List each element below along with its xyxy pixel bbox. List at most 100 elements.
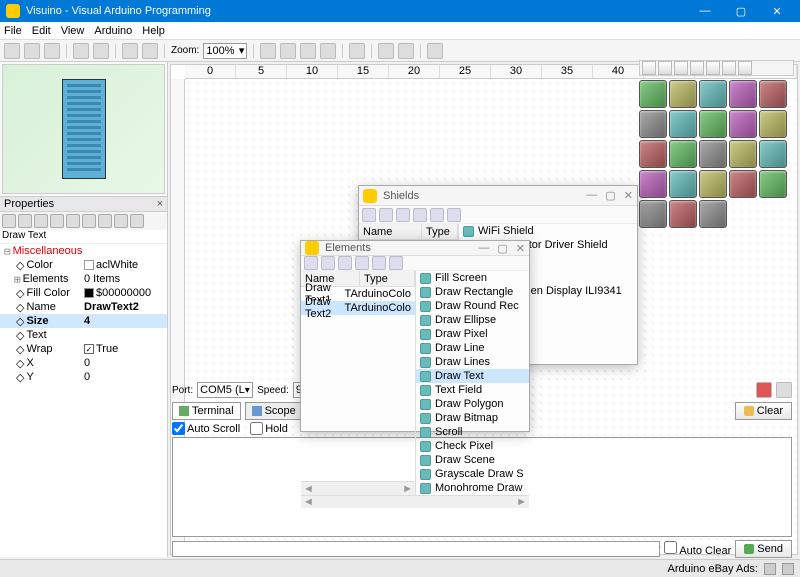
- clear-button[interactable]: Clear: [735, 402, 792, 420]
- preview-thumbnail[interactable]: [2, 64, 165, 194]
- toolbar-btn-zoom-sel[interactable]: [300, 43, 316, 59]
- prop-tb-4[interactable]: [50, 214, 64, 228]
- element-item[interactable]: Monohrome Draw: [416, 481, 529, 495]
- shields-tb-6[interactable]: [447, 208, 461, 222]
- toolbar-btn-upload[interactable]: [398, 43, 414, 59]
- comp-tile[interactable]: [759, 80, 787, 108]
- element-item[interactable]: Draw Polygon: [416, 397, 529, 411]
- comp-tile[interactable]: [669, 200, 697, 228]
- element-item[interactable]: Text Field: [416, 383, 529, 397]
- comp-tile[interactable]: [729, 80, 757, 108]
- send-button[interactable]: Send: [735, 540, 792, 558]
- status-icon-2[interactable]: [782, 563, 794, 575]
- elem-tb-5[interactable]: [372, 256, 386, 270]
- element-item[interactable]: Draw Text: [416, 369, 529, 383]
- shields-tb-5[interactable]: [430, 208, 444, 222]
- toolbar-btn-new[interactable]: [4, 43, 20, 59]
- pal-btn-4[interactable]: [690, 61, 704, 75]
- toolbar-btn-save[interactable]: [44, 43, 60, 59]
- element-item[interactable]: Draw Round Rec: [416, 299, 529, 313]
- comp-tile[interactable]: [759, 140, 787, 168]
- comp-tile[interactable]: [729, 170, 757, 198]
- prop-fillcolor[interactable]: ◇ Fill Color$00000000: [0, 286, 167, 300]
- prop-tb-6[interactable]: [82, 214, 96, 228]
- element-item[interactable]: Draw Ellipse: [416, 313, 529, 327]
- minimize-button[interactable]: —: [688, 0, 722, 22]
- comp-tile[interactable]: [699, 110, 727, 138]
- element-item[interactable]: Draw Scene: [416, 453, 529, 467]
- comp-tile[interactable]: [669, 140, 697, 168]
- prop-tb-1[interactable]: [2, 214, 16, 228]
- toolbar-btn-undo[interactable]: [73, 43, 89, 59]
- properties-close-icon[interactable]: ×: [157, 198, 163, 210]
- port-combo[interactable]: COM5 (L ▾: [197, 382, 253, 398]
- comp-tile[interactable]: [729, 110, 757, 138]
- shields-tb-2[interactable]: [379, 208, 393, 222]
- prop-text[interactable]: ◇ Text: [0, 328, 167, 342]
- comp-tile[interactable]: [729, 140, 757, 168]
- prop-tb-7[interactable]: [98, 214, 112, 228]
- toolbar-btn-open[interactable]: [24, 43, 40, 59]
- shield-item[interactable]: WiFi Shield: [459, 224, 637, 238]
- comp-tile[interactable]: [669, 110, 697, 138]
- comp-tile[interactable]: [639, 80, 667, 108]
- toolbar-btn-b[interactable]: [142, 43, 158, 59]
- bottom-settings-icon[interactable]: [756, 382, 772, 398]
- comp-tile[interactable]: [759, 110, 787, 138]
- send-input[interactable]: [172, 541, 660, 557]
- menu-edit[interactable]: Edit: [32, 25, 51, 37]
- elements-close[interactable]: ✕: [516, 242, 525, 255]
- prop-y[interactable]: ◇ Y0: [0, 370, 167, 384]
- shields-max[interactable]: ▢: [605, 189, 615, 202]
- auto-clear-check[interactable]: Auto Clear: [664, 541, 731, 557]
- toolbar-btn-redo[interactable]: [93, 43, 109, 59]
- shields-min[interactable]: —: [586, 189, 597, 202]
- elem-tb-2[interactable]: [321, 256, 335, 270]
- prop-tb-8[interactable]: [114, 214, 128, 228]
- elements-hscroll[interactable]: ◄►: [301, 481, 415, 495]
- prop-name-row[interactable]: ◇ NameDrawText2: [0, 300, 167, 314]
- menu-view[interactable]: View: [61, 25, 85, 37]
- pal-btn-1[interactable]: [642, 61, 656, 75]
- shields-tb-3[interactable]: [396, 208, 410, 222]
- menu-file[interactable]: File: [4, 25, 22, 37]
- element-item[interactable]: Check Pixel: [416, 439, 529, 453]
- prop-elements[interactable]: ⊞ Elements0 Items: [0, 272, 167, 286]
- tab-scope[interactable]: Scope: [245, 402, 303, 420]
- toolbar-btn-search[interactable]: [260, 43, 276, 59]
- elements-max[interactable]: ▢: [497, 242, 507, 255]
- comp-tile[interactable]: [699, 140, 727, 168]
- comp-tile[interactable]: [669, 170, 697, 198]
- comp-tile[interactable]: [699, 200, 727, 228]
- pal-btn-7[interactable]: [738, 61, 752, 75]
- shields-col-name[interactable]: Name: [359, 224, 422, 239]
- prop-size[interactable]: ◇ Size4: [0, 314, 167, 328]
- status-icon-1[interactable]: [764, 563, 776, 575]
- elements-items-hscroll[interactable]: ◄►: [301, 495, 529, 508]
- toolbar-btn-help[interactable]: [427, 43, 443, 59]
- elements-min[interactable]: —: [478, 242, 489, 255]
- toolbar-btn-target[interactable]: [378, 43, 394, 59]
- elem-tb-6[interactable]: [389, 256, 403, 270]
- toolbar-btn-delete[interactable]: [349, 43, 365, 59]
- pal-btn-6[interactable]: [722, 61, 736, 75]
- pal-btn-3[interactable]: [674, 61, 688, 75]
- prop-x[interactable]: ◇ X0: [0, 356, 167, 370]
- elem-tb-4[interactable]: [355, 256, 369, 270]
- elem-tb-1[interactable]: [304, 256, 318, 270]
- hold-check[interactable]: Hold: [250, 422, 288, 435]
- shields-close[interactable]: ✕: [624, 189, 633, 202]
- element-item[interactable]: Draw Rectangle: [416, 285, 529, 299]
- elements-window[interactable]: Elements —▢✕ NameType Draw Text1TArduino…: [300, 240, 530, 432]
- comp-tile[interactable]: [639, 200, 667, 228]
- element-item[interactable]: Draw Bitmap: [416, 411, 529, 425]
- prop-tb-5[interactable]: [66, 214, 80, 228]
- shields-col-type[interactable]: Type: [422, 224, 458, 239]
- shields-tb-4[interactable]: [413, 208, 427, 222]
- toolbar-btn-a[interactable]: [122, 43, 138, 59]
- comp-tile[interactable]: [669, 80, 697, 108]
- elem-tb-3[interactable]: [338, 256, 352, 270]
- elements-row[interactable]: Draw Text2TArduinoColo: [301, 301, 415, 315]
- prop-category-misc[interactable]: ⊟Miscellaneous: [0, 244, 167, 258]
- menu-help[interactable]: Help: [142, 25, 165, 37]
